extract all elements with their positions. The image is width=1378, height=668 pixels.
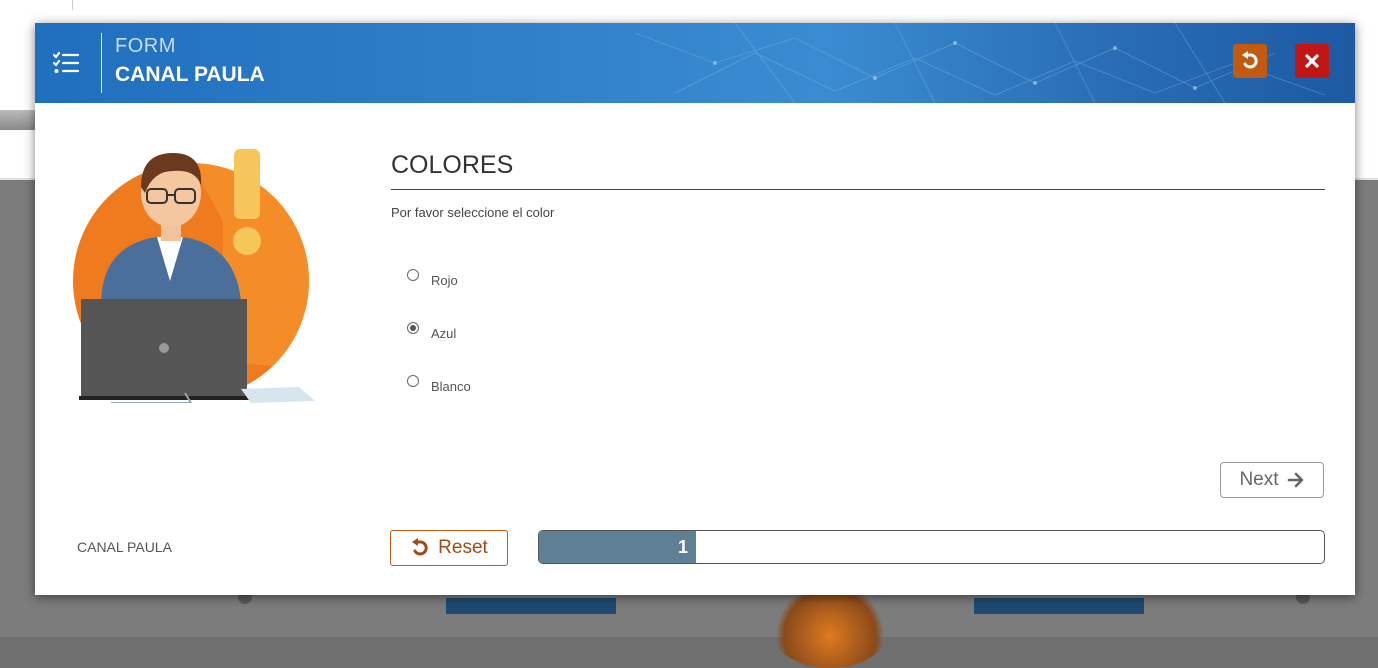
close-button[interactable] <box>1295 44 1329 78</box>
undo-button[interactable] <box>1233 44 1267 78</box>
radio-rojo[interactable] <box>407 268 419 281</box>
arrow-right-icon <box>1287 472 1303 488</box>
progress-fill: 1 <box>539 531 696 563</box>
option-rojo[interactable]: Rojo <box>407 261 458 288</box>
progress-page-number: 1 <box>677 537 688 557</box>
header-separator <box>101 33 102 93</box>
next-button-label: Next <box>1239 469 1279 490</box>
option-label: Rojo <box>431 273 458 288</box>
title-divider <box>391 189 1325 190</box>
undo-icon <box>412 538 428 556</box>
radio-azul[interactable] <box>407 321 419 334</box>
next-button[interactable]: Next <box>1220 462 1324 498</box>
form-title: COLORES <box>391 151 514 179</box>
background-button <box>446 598 616 614</box>
reset-button[interactable]: Reset <box>390 530 508 566</box>
undo-icon <box>1242 51 1258 69</box>
form-modal: FORM CANAL PAULA CANAL PAULA COLORES Por… <box>35 23 1355 595</box>
option-azul[interactable]: Azul <box>407 314 456 341</box>
option-label: Blanco <box>431 379 471 394</box>
menu-button[interactable] <box>49 43 83 83</box>
background-orb <box>770 588 890 668</box>
option-blanco[interactable]: Blanco <box>407 367 471 394</box>
header-title: CANAL PAULA <box>115 63 265 86</box>
progress-bar: 1 <box>538 530 1325 564</box>
background-shadow <box>0 110 40 130</box>
close-icon <box>1305 54 1319 68</box>
person-at-laptop-illustration <box>73 149 315 403</box>
background-button <box>974 598 1144 614</box>
reset-button-label: Reset <box>438 537 488 558</box>
option-label: Azul <box>431 326 457 341</box>
checklist-menu-icon <box>53 51 79 73</box>
form-description: Por favor seleccione el color <box>391 205 555 220</box>
sidebar-footer-label: CANAL PAULA <box>77 539 172 555</box>
radio-blanco[interactable] <box>407 374 419 387</box>
background-strip <box>0 0 73 10</box>
modal-header: FORM CANAL PAULA <box>35 23 1355 103</box>
header-subtitle: FORM <box>115 35 176 57</box>
